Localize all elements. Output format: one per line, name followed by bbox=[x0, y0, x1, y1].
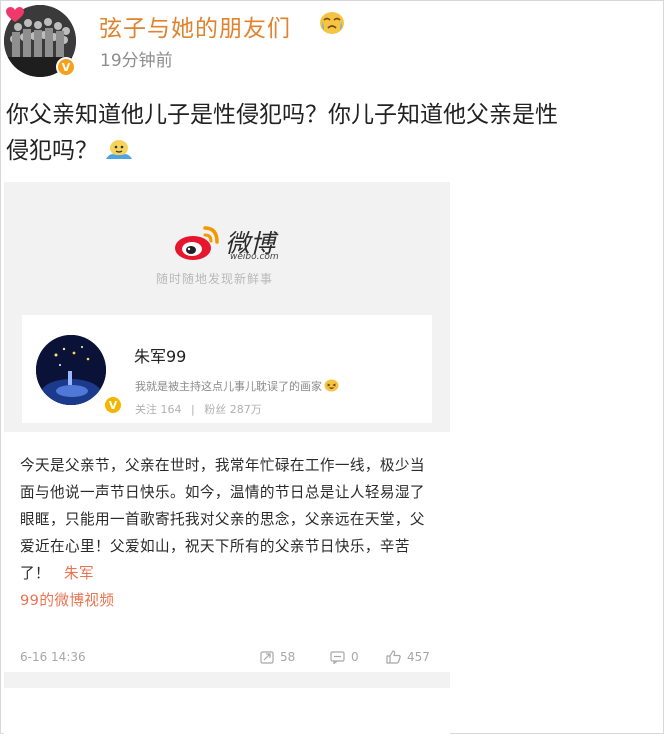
like-count: 457 bbox=[407, 650, 430, 664]
weibo-post-date: 6-16 14:36 bbox=[20, 650, 86, 664]
user-bio: 我就是被主持这点儿事儿耽误了的画家 bbox=[135, 378, 339, 394]
stats-divider: | bbox=[191, 403, 195, 416]
video-link-part2[interactable]: 99的微博视频 bbox=[20, 592, 114, 609]
next-card-placeholder bbox=[4, 688, 450, 734]
author-avatar[interactable]: V bbox=[4, 5, 76, 77]
fans-count: 287万 bbox=[229, 403, 262, 416]
user-stats: 关注 164 | 粉丝 287万 bbox=[135, 401, 262, 417]
user-verified-badge-icon: V bbox=[103, 395, 123, 415]
author-name[interactable]: 弦子与她的朋友们 bbox=[99, 9, 291, 43]
comment-count: 0 bbox=[351, 650, 359, 664]
embedded-weibo-screenshot: 微博 weibo.com 随时随地发现新鲜事 V 朱军99 我就是被主持这点儿事… bbox=[4, 182, 450, 734]
weibo-post-card: 今天是父亲节，父亲在世时，我常年忙碌在工作一线，极少当面与他说一声节日快乐。如今… bbox=[4, 432, 450, 672]
post-text-line-2-text: 侵犯吗？ bbox=[6, 138, 98, 164]
post-text-line-1: 你父亲知道他儿子是性侵犯吗？你儿子知道他父亲是性 bbox=[6, 102, 558, 128]
weibo-post-body: 今天是父亲节，父亲在世时，我常年忙碌在工作一线，极少当面与他说一声节日快乐。如今… bbox=[20, 457, 425, 582]
fans-label: 粉丝 bbox=[204, 403, 227, 416]
thumbs-up-icon bbox=[386, 650, 401, 664]
post-text-line-2: 侵犯吗？ bbox=[6, 133, 664, 169]
comment-button[interactable]: 0 bbox=[330, 650, 359, 664]
follow-label: 关注 bbox=[135, 403, 157, 416]
post-text: 你父亲知道他儿子是性侵犯吗？你儿子知道他父亲是性 侵犯吗？ bbox=[6, 97, 664, 169]
weibo-post-text: 今天是父亲节，父亲在世时，我常年忙碌在工作一线，极少当面与他说一声节日快乐。如今… bbox=[20, 452, 432, 614]
heart-icon bbox=[6, 7, 24, 22]
weibo-domain: weibo.com bbox=[230, 252, 279, 262]
verified-badge-icon: V bbox=[56, 57, 76, 77]
weibo-slogan: 随时随地发现新鲜事 bbox=[156, 272, 274, 286]
follow-count: 164 bbox=[160, 403, 182, 416]
user-bio-text: 我就是被主持这点儿事儿耽误了的画家 bbox=[135, 380, 322, 393]
like-button[interactable]: 457 bbox=[386, 650, 430, 664]
repost-button[interactable]: 58 bbox=[260, 650, 295, 664]
crying-face-icon bbox=[320, 12, 344, 34]
repost-count: 58 bbox=[280, 650, 296, 664]
user-avatar bbox=[36, 335, 106, 405]
comment-icon bbox=[330, 650, 345, 664]
repost-icon bbox=[260, 650, 274, 664]
user-card: V 朱军99 我就是被主持这点儿事儿耽误了的画家 关注 164 | 粉丝 287… bbox=[22, 315, 432, 423]
weibo-post-footer: 6-16 14:36 58 0 457 bbox=[20, 650, 434, 670]
user-name: 朱军99 bbox=[134, 347, 187, 366]
thinking-face-icon bbox=[106, 140, 132, 159]
video-link-part1[interactable]: 朱军 bbox=[64, 565, 94, 582]
laughing-face-icon bbox=[324, 379, 339, 392]
weibo-logo-icon bbox=[175, 226, 219, 260]
post-time: 19分钟前 bbox=[100, 51, 173, 71]
